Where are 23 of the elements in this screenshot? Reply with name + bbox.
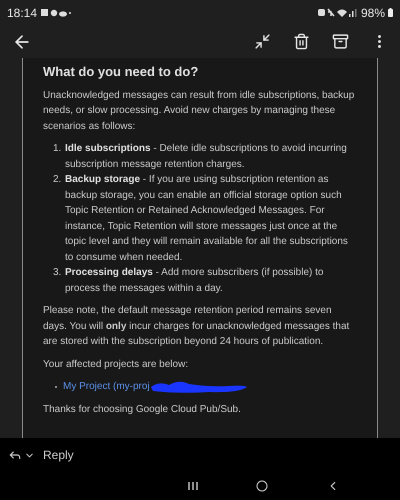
collapse-icon[interactable]: [254, 33, 271, 50]
email-heading: What do you need to do?: [43, 64, 200, 80]
list-number: 2.: [53, 173, 62, 187]
notification-icons: [41, 8, 72, 16]
intro-paragraph: Unacknowledged messages can result from idle subscriptions, backup needs, or slow processing. Avoid new charges by managing these scenarios as follows:: [43, 88, 356, 134]
project-link[interactable]: My Project (my-proj: [63, 379, 150, 395]
archive-icon[interactable]: [332, 33, 349, 50]
step-text: Processing delays - Add more subscribers (if possible) to process the messages within a day.: [65, 266, 324, 296]
closing-text: Thanks for choosing Google Cloud Pub/Sub.: [43, 403, 242, 417]
status-time: 18:14: [7, 4, 38, 22]
delete-icon[interactable]: [293, 33, 310, 50]
battery-icon: [388, 8, 393, 17]
list-number: 3.: [53, 266, 62, 280]
system-status-icons: [318, 8, 358, 17]
home-icon[interactable]: [256, 480, 268, 492]
step-text: Backup storage - If you are using subscription retention as backup storage, you can enable an official storage option such Topic Retention or Retained Acknowledged Messages. For instance, Topic Retention will store messages just once at the topic level and they will remain available for all the subscriptions to consume when needed.: [65, 173, 349, 264]
list-number: 1.: [53, 142, 62, 156]
battery-level: 98%: [360, 4, 385, 22]
note-paragraph: Please note, the default message retention period remains seven days. You will only incur charges for unacknowledged messages that are stored with the subscription beyond 24 hours of publication.: [43, 304, 350, 349]
step-text: Idle subscriptions - Delete idle subscriptions to avoid incurring subscription message retention charges.: [65, 142, 348, 172]
reply-button[interactable]: Reply: [43, 446, 74, 464]
recent-apps-icon[interactable]: [188, 481, 198, 491]
projects-label: Your affected projects are below:: [43, 358, 190, 372]
